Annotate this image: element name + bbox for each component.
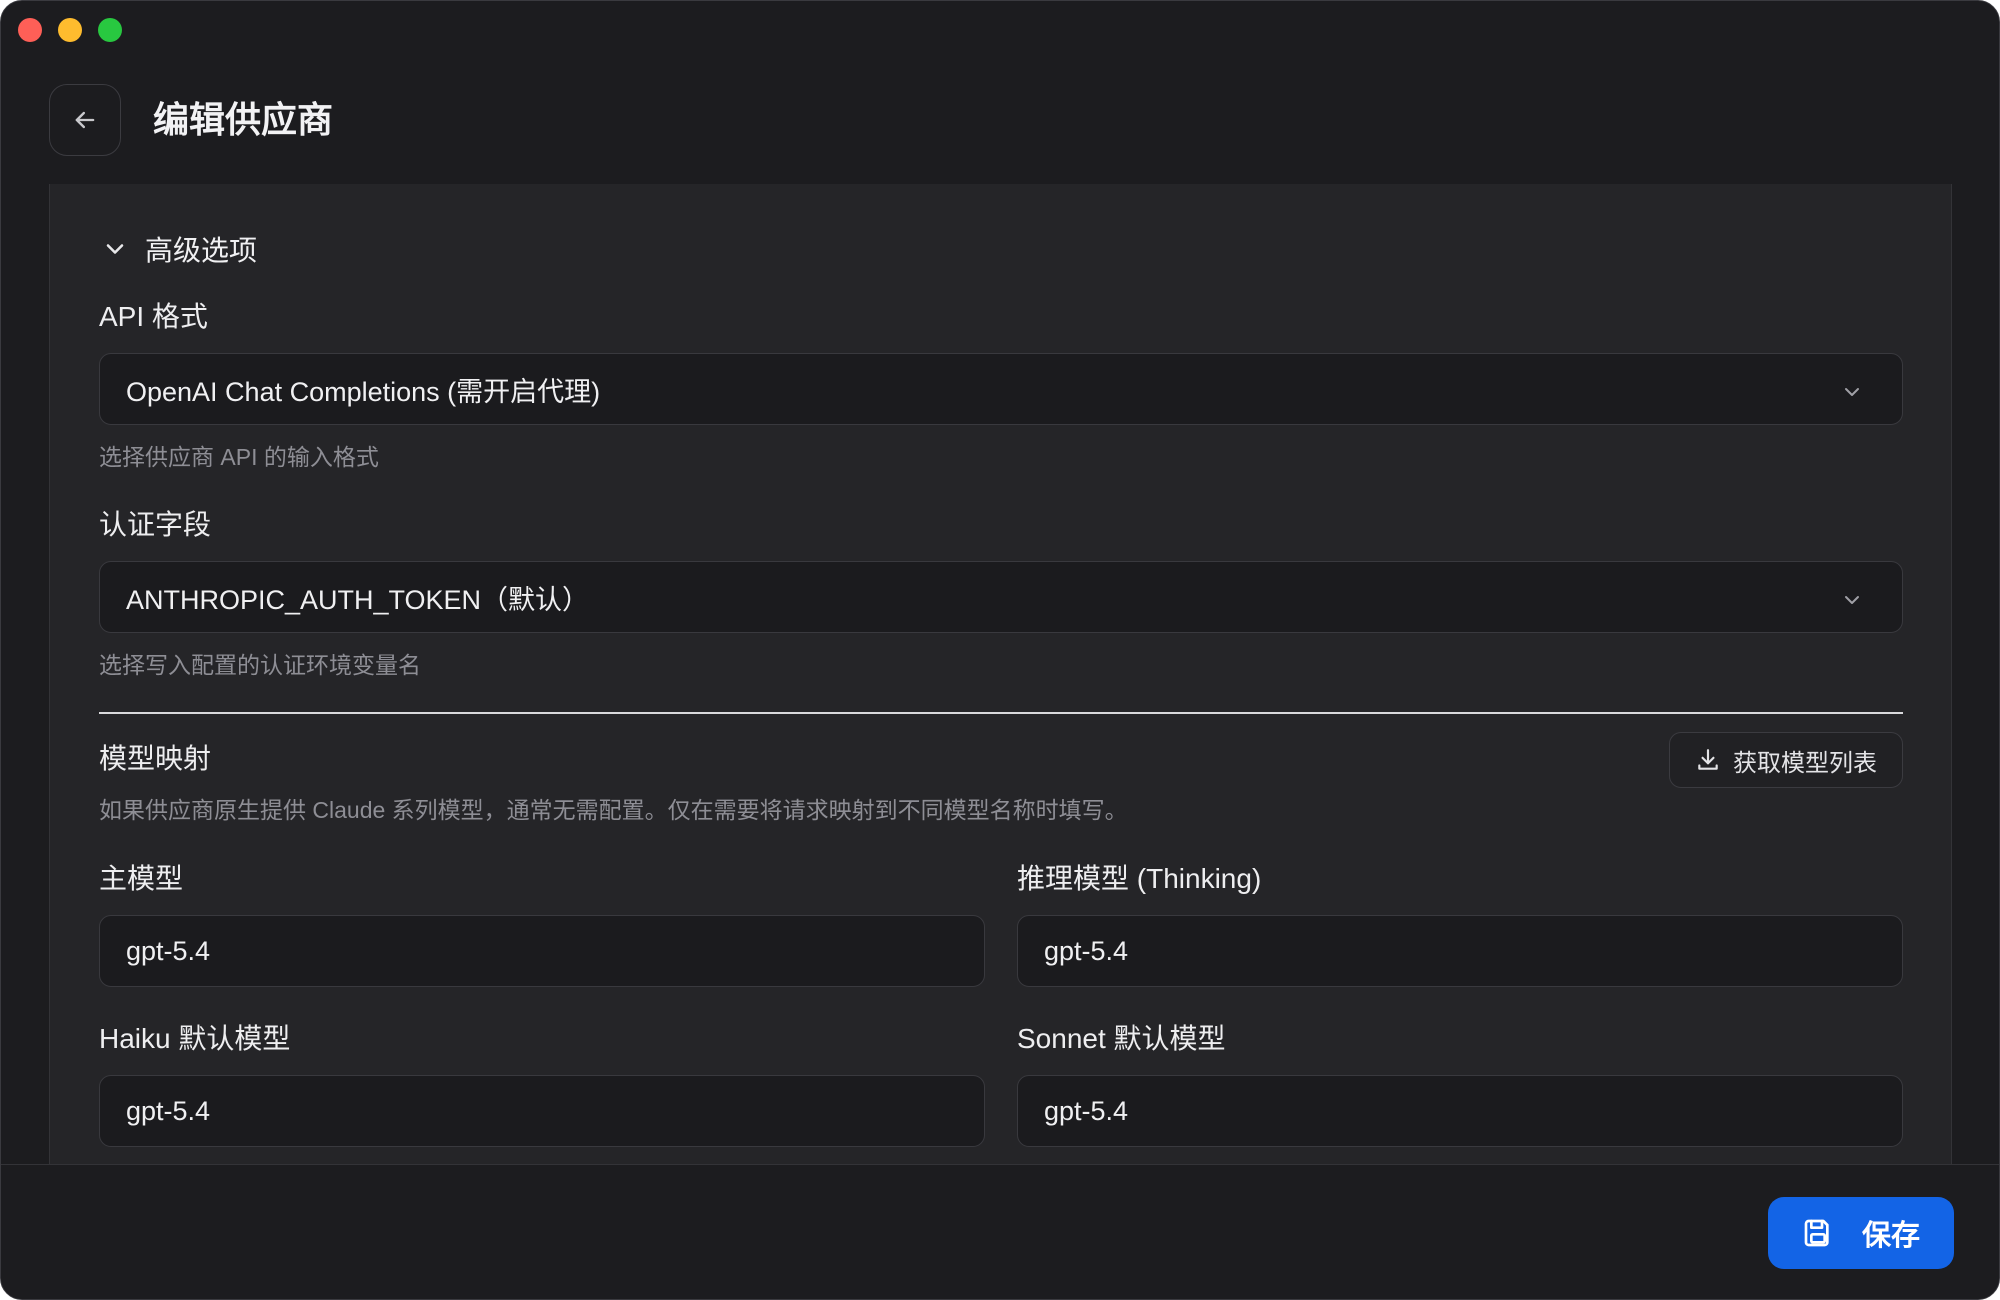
sonnet-model-input[interactable] — [1017, 1075, 1903, 1147]
save-icon — [1804, 1219, 1829, 1247]
sonnet-model-label: Sonnet 默认模型 — [1017, 1023, 1226, 1054]
api-format-select[interactable]: OpenAI Chat Completions (需开启代理) — [99, 353, 1903, 425]
save-label: 保存 — [1861, 1220, 1920, 1252]
model-mapping-title: 模型映射 — [99, 743, 212, 774]
model-mapping-description: 如果供应商原生提供 Claude 系列模型，通常无需配置。仅在需要将请求映射到不… — [99, 797, 1128, 823]
haiku-model-input[interactable] — [99, 1075, 985, 1147]
auth-field-select[interactable]: ANTHROPIC_AUTH_TOKEN（默认） — [99, 561, 1903, 633]
fetch-models-button[interactable]: 获取模型列表 — [1669, 732, 1903, 788]
main-model-label: 主模型 — [99, 863, 184, 894]
maximize-window-button[interactable] — [98, 18, 122, 42]
app-window: 编辑供应商 高级选项 API 格式 OpenAI Chat Completion… — [0, 0, 2000, 1300]
main-model-input[interactable] — [99, 915, 985, 987]
arrow-left-icon — [75, 111, 95, 129]
api-format-value: OpenAI Chat Completions (需开启代理) — [126, 376, 601, 407]
close-window-button[interactable] — [18, 18, 42, 42]
chevron-down-icon — [1845, 596, 1859, 604]
page-title: 编辑供应商 — [153, 99, 334, 140]
back-button[interactable] — [49, 84, 121, 156]
advanced-options-toggle[interactable]: 高级选项 — [101, 229, 257, 269]
haiku-model-label: Haiku 默认模型 — [99, 1023, 291, 1054]
footer-bar — [1, 1164, 1999, 1299]
chevron-down-icon — [1845, 388, 1859, 396]
fetch-models-label: 获取模型列表 — [1733, 749, 1877, 777]
window-controls — [18, 18, 122, 42]
auth-field-hint: 选择写入配置的认证环境变量名 — [99, 652, 421, 678]
chevron-down-icon — [106, 244, 124, 254]
download-icon — [1698, 749, 1718, 770]
api-format-label: API 格式 — [99, 301, 208, 332]
save-button[interactable]: 保存 — [1768, 1197, 1954, 1269]
minimize-window-button[interactable] — [58, 18, 82, 42]
auth-field-value: ANTHROPIC_AUTH_TOKEN（默认） — [126, 584, 590, 615]
api-format-hint: 选择供应商 API 的输入格式 — [99, 444, 379, 470]
thinking-model-label: 推理模型 (Thinking) — [1017, 863, 1262, 894]
advanced-options-label: 高级选项 — [145, 235, 258, 266]
auth-field-label: 认证字段 — [99, 509, 212, 540]
thinking-model-input[interactable] — [1017, 915, 1903, 987]
section-divider — [99, 712, 1903, 714]
